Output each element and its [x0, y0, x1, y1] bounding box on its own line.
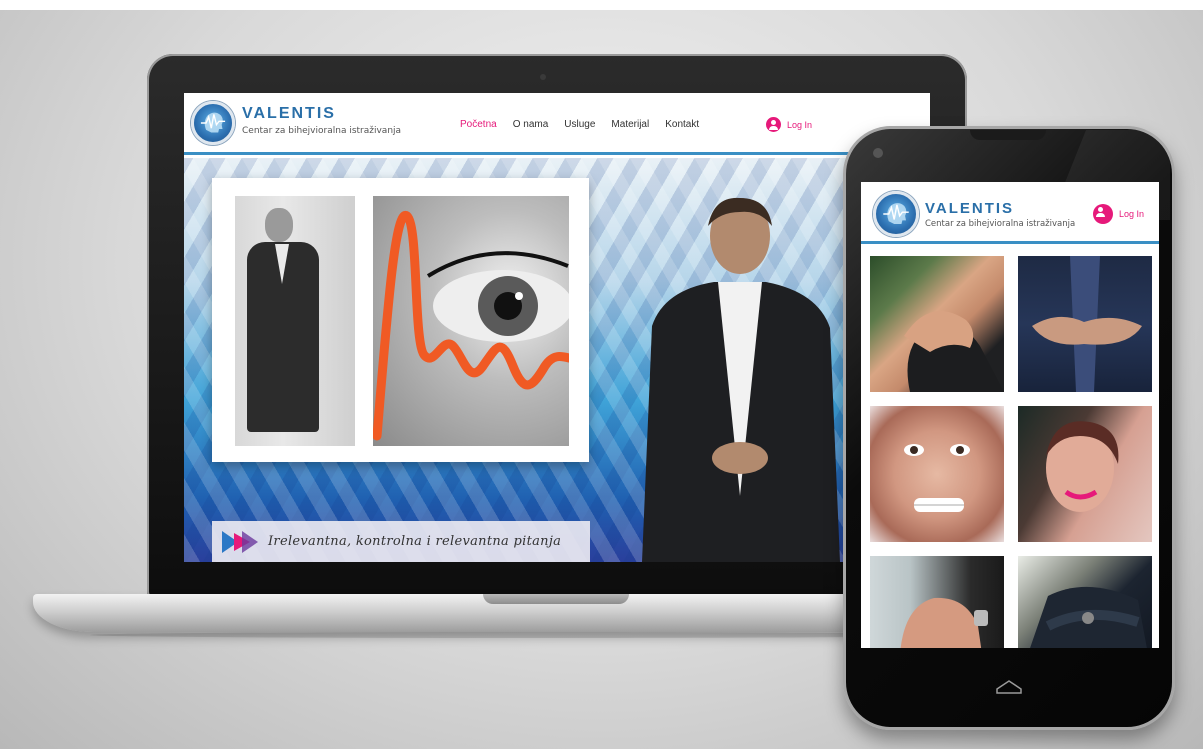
hero-banner: Irelevantna, kontrolna i relevantna pita… — [184, 158, 930, 562]
video-caption-bar[interactable]: Irelevantna, kontrolna i relevantna pita… — [212, 521, 590, 562]
site-header: VALENTIS Centar za bihejvioralna istraži… — [184, 93, 930, 155]
grimace-face-photo[interactable] — [870, 406, 1004, 542]
phone-header: VALENTIS Centar za bihejvioralna istraži… — [861, 182, 1159, 244]
brand-tagline: Centar za bihejvioralna istraživanja — [242, 126, 402, 136]
man-in-suit-photo — [235, 196, 355, 446]
laptop-screen: VALENTIS Centar za bihejvioralna istraži… — [184, 93, 930, 562]
nav-item-o-nama[interactable]: O nama — [513, 119, 549, 130]
main-nav: Početna O nama Usluge Materijal Kontakt — [460, 119, 715, 130]
presenter-figure — [634, 196, 846, 562]
hands-on-table-photo[interactable] — [870, 556, 1004, 648]
nav-item-pocetna[interactable]: Početna — [460, 119, 497, 130]
phone-speaker — [970, 130, 1046, 140]
phone-camera — [873, 148, 883, 158]
brand-tagline: Centar za bihejvioralna istraživanja — [925, 219, 1076, 229]
brand-title: VALENTIS — [925, 200, 1015, 217]
chin-hand-photo[interactable] — [870, 256, 1004, 392]
user-icon — [766, 117, 781, 132]
play-logo-icon — [222, 527, 262, 557]
home-icon[interactable] — [996, 680, 1022, 694]
logo-icon[interactable] — [191, 101, 235, 145]
login-label: Log In — [787, 119, 813, 130]
smiling-woman-photo[interactable] — [1018, 406, 1152, 542]
laptop-shadow — [90, 632, 970, 638]
login-button[interactable]: Log In — [766, 117, 812, 132]
laptop-notch — [483, 594, 629, 604]
gesture-photo-grid — [870, 256, 1152, 648]
laptop-camera — [540, 74, 546, 80]
caption-text: Irelevantna, kontrolna i relevantna pita… — [268, 534, 562, 549]
clasped-hands-photo[interactable] — [1018, 256, 1152, 392]
photo-collage — [212, 178, 589, 462]
phone-login-button[interactable]: Log In — [1093, 204, 1144, 224]
user-icon — [1093, 204, 1113, 224]
phone-login-label: Log In — [1119, 209, 1145, 219]
top-border — [0, 0, 1203, 10]
nav-item-materijal[interactable]: Materijal — [611, 119, 649, 130]
logo-icon[interactable] — [873, 191, 919, 237]
nav-item-kontakt[interactable]: Kontakt — [665, 119, 699, 130]
phone-screen: VALENTIS Centar za bihejvioralna istraži… — [861, 182, 1159, 648]
eye-graph-photo — [373, 196, 569, 446]
brand-title: VALENTIS — [242, 105, 336, 122]
nav-item-usluge[interactable]: Usluge — [564, 119, 595, 130]
crossed-arms-photo[interactable] — [1018, 556, 1152, 648]
